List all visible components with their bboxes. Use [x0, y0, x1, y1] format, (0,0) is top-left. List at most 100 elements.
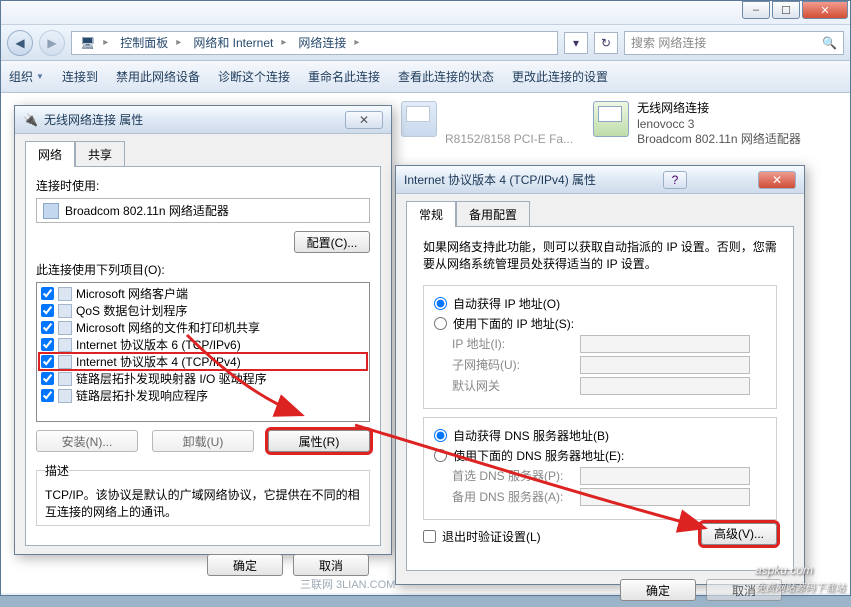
- label-auto-dns: 自动获得 DNS 服务器地址(B): [453, 427, 609, 444]
- adapter-name: Broadcom 802.11n 网络适配器: [65, 202, 229, 219]
- breadcrumb-dropdown-button[interactable]: ▾: [564, 32, 588, 54]
- label-auto-ip: 自动获得 IP 地址(O): [453, 295, 560, 312]
- install-button[interactable]: 安装(N)...: [36, 430, 138, 452]
- dns1-input[interactable]: [580, 467, 750, 485]
- gateway-input[interactable]: [580, 377, 750, 395]
- dlg1-close-button[interactable]: ✕: [345, 111, 383, 129]
- tool-rename[interactable]: 重命名此连接: [308, 68, 380, 85]
- subnet-input[interactable]: [580, 356, 750, 374]
- tab-alternate-ipv4[interactable]: 备用配置: [456, 201, 530, 227]
- list-item: 链路层拓扑发现响应程序: [39, 387, 367, 404]
- nav-forward-button[interactable]: ▶: [39, 30, 65, 56]
- dns2-input[interactable]: [580, 488, 750, 506]
- adapter-display: Broadcom 802.11n 网络适配器: [36, 198, 370, 223]
- description-group: 描述 TCP/IP。该协议是默认的广域网络协议，它提供在不同的相互连接的网络上的…: [36, 462, 370, 526]
- tool-disable[interactable]: 禁用此网络设备: [116, 68, 200, 85]
- connect-using-label: 连接时使用:: [36, 177, 370, 194]
- item-checkbox[interactable]: [41, 287, 54, 300]
- nav-bar: ◀ ▶ 🖥 控制面板 网络和 Internet 网络连接 ▾ ↻ 搜索 网络连接…: [1, 25, 850, 61]
- uses-items-label: 此连接使用下列项目(O):: [36, 261, 370, 278]
- item-checkbox[interactable]: [41, 321, 54, 334]
- dlg1-cancel-button[interactable]: 取消: [293, 554, 369, 576]
- radio-auto-ip[interactable]: [434, 297, 447, 310]
- components-list[interactable]: Microsoft 网络客户端 QoS 数据包计划程序 Microsoft 网络…: [36, 282, 370, 422]
- dlg2-close-button[interactable]: ✕: [758, 171, 796, 189]
- nav-back-button[interactable]: ◀: [7, 30, 33, 56]
- item-checkbox[interactable]: [41, 304, 54, 317]
- adapter-icon: [43, 203, 59, 219]
- description-text: TCP/IP。该协议是默认的广域网络协议，它提供在不同的相互连接的网络上的通讯。: [45, 487, 361, 521]
- advanced-button[interactable]: 高级(V)...: [701, 523, 777, 545]
- radio-auto-dns[interactable]: [434, 429, 447, 442]
- radio-manual-ip[interactable]: [434, 317, 447, 330]
- component-icon: [58, 372, 72, 386]
- dlg2-ok-button[interactable]: 确定: [620, 579, 696, 601]
- list-item: 链路层拓扑发现映射器 I/O 驱动程序: [39, 370, 367, 387]
- tool-diagnose[interactable]: 诊断这个连接: [218, 68, 290, 85]
- ip-group: 自动获得 IP 地址(O) 使用下面的 IP 地址(S): IP 地址(I): …: [423, 285, 777, 409]
- close-button[interactable]: ✕: [802, 1, 848, 19]
- wifi-properties-dialog: 🔌 无线网络连接 属性 ✕ 网络 共享 连接时使用: Broadcom 802.…: [14, 105, 392, 555]
- breadcrumb-root-icon[interactable]: 🖥: [76, 36, 112, 50]
- minimize-button[interactable]: –: [742, 1, 770, 19]
- label-manual-dns: 使用下面的 DNS 服务器地址(E):: [453, 447, 624, 464]
- dlg2-titlebar[interactable]: Internet 协议版本 4 (TCP/IPv4) 属性 ? ✕: [396, 166, 804, 194]
- breadcrumb-bar[interactable]: 🖥 控制面板 网络和 Internet 网络连接: [71, 31, 558, 55]
- title-bar: [1, 1, 850, 25]
- item-checkbox[interactable]: [41, 389, 54, 402]
- dlg2-help-button[interactable]: ?: [663, 171, 687, 189]
- breadcrumb-network-internet[interactable]: 网络和 Internet: [189, 34, 290, 51]
- tool-connect-to[interactable]: 连接到: [62, 68, 98, 85]
- list-item: Internet 协议版本 6 (TCP/IPv6): [39, 336, 367, 353]
- configure-button[interactable]: 配置(C)...: [294, 231, 370, 253]
- dlg1-titlebar[interactable]: 🔌 无线网络连接 属性 ✕: [15, 106, 391, 134]
- uninstall-button[interactable]: 卸载(U): [152, 430, 254, 452]
- search-box[interactable]: 搜索 网络连接 🔍: [624, 31, 844, 55]
- item-checkbox[interactable]: [41, 372, 54, 385]
- tool-organize[interactable]: 组织▼: [9, 68, 44, 85]
- adapter-local[interactable]: 本地连接 网络 R8152/8158 PCI-E Fa...: [401, 101, 573, 148]
- item-label: 链路层拓扑发现响应程序: [76, 387, 208, 404]
- dlg2-title-text: Internet 协议版本 4 (TCP/IPv4) 属性: [404, 171, 596, 188]
- footer-watermark-slian: 三联网 3LIAN.COM: [300, 576, 395, 592]
- list-item: Microsoft 网络客户端: [39, 285, 367, 302]
- ip-input[interactable]: [580, 335, 750, 353]
- tool-change-settings[interactable]: 更改此连接的设置: [512, 68, 608, 85]
- site-watermark: aspku.com 免费网站源码下载站: [755, 558, 845, 594]
- command-toolbar: 组织▼ 连接到 禁用此网络设备 诊断这个连接 重命名此连接 查看此连接的状态 更…: [1, 61, 850, 93]
- dlg1-pane: 连接时使用: Broadcom 802.11n 网络适配器 配置(C)... 此…: [25, 166, 381, 546]
- refresh-button[interactable]: ↻: [594, 32, 618, 54]
- tab-sharing[interactable]: 共享: [75, 141, 125, 167]
- wifi-icon: [593, 101, 629, 137]
- item-checkbox[interactable]: [41, 355, 54, 368]
- item-label: 链路层拓扑发现映射器 I/O 驱动程序: [76, 370, 267, 387]
- list-item: Microsoft 网络的文件和打印机共享: [39, 319, 367, 336]
- tool-view-status[interactable]: 查看此连接的状态: [398, 68, 494, 85]
- item-checkbox[interactable]: [41, 338, 54, 351]
- validate-checkbox[interactable]: [423, 530, 436, 543]
- maximize-button[interactable]: ☐: [772, 1, 800, 19]
- breadcrumb-network-connections[interactable]: 网络连接: [294, 34, 363, 51]
- shield-icon: 🔌: [23, 113, 38, 127]
- breadcrumb-control-panel[interactable]: 控制面板: [116, 34, 185, 51]
- radio-manual-dns[interactable]: [434, 449, 447, 462]
- component-icon: [58, 321, 72, 335]
- tab-network[interactable]: 网络: [25, 141, 75, 167]
- adapter-wifi[interactable]: 无线网络连接 lenovocc 3 Broadcom 802.11n 网络适配器: [593, 101, 801, 148]
- search-placeholder: 搜索 网络连接: [631, 34, 706, 51]
- properties-button[interactable]: 属性(R): [268, 430, 370, 452]
- dns1-label: 首选 DNS 服务器(P):: [452, 467, 572, 484]
- window-control-group: – ☐ ✕: [742, 1, 848, 19]
- dns2-label: 备用 DNS 服务器(A):: [452, 488, 572, 505]
- dlg2-pane: 如果网络支持此功能，则可以获取自动指派的 IP 设置。否则，您需要从网络系统管理…: [406, 226, 794, 571]
- list-item: QoS 数据包计划程序: [39, 302, 367, 319]
- validate-label: 退出时验证设置(L): [442, 528, 541, 545]
- item-label: Microsoft 网络客户端: [76, 285, 188, 302]
- tab-general-ipv4[interactable]: 常规: [406, 201, 456, 227]
- item-label: Microsoft 网络的文件和打印机共享: [76, 319, 260, 336]
- ip-label: IP 地址(I):: [452, 335, 572, 352]
- dlg1-ok-button[interactable]: 确定: [207, 554, 283, 576]
- ipv4-properties-dialog: Internet 协议版本 4 (TCP/IPv4) 属性 ? ✕ 常规 备用配…: [395, 165, 805, 585]
- component-icon: [58, 287, 72, 301]
- description-legend: 描述: [45, 462, 69, 479]
